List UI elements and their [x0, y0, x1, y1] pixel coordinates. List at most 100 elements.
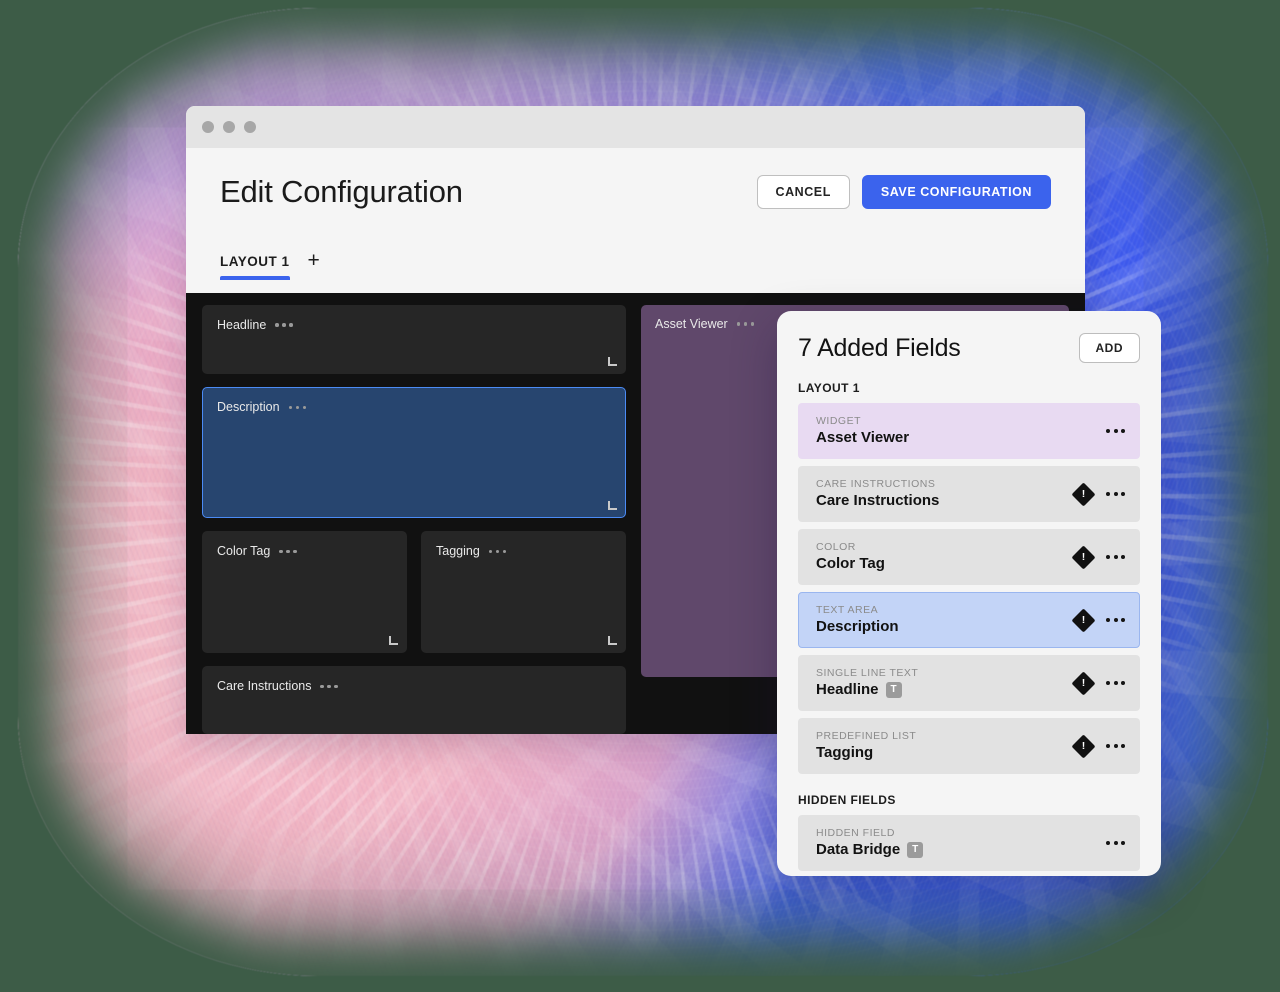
field-icons	[1106, 429, 1125, 433]
group-label-layout-1: LAYOUT 1	[798, 381, 860, 395]
field-icons	[1075, 549, 1125, 566]
widget-menu-icon[interactable]	[736, 322, 755, 326]
field-row-description[interactable]: TEXT AREA Description	[798, 592, 1140, 648]
field-name: Tagging	[816, 744, 874, 762]
field-type: WIDGET	[816, 415, 861, 428]
widget-menu-icon[interactable]	[488, 549, 507, 554]
text-type-badge-icon: T	[885, 682, 902, 699]
field-text: WIDGET Asset Viewer	[816, 414, 1106, 448]
warning-icon[interactable]	[1075, 612, 1092, 629]
field-menu-icon[interactable]	[1106, 681, 1125, 685]
field-text: TEXT AREA Description	[816, 603, 1075, 637]
field-name: Care Instructions	[816, 492, 940, 510]
canvas-widget-color-tag[interactable]: Color Tag	[202, 531, 407, 654]
field-row-care-instructions[interactable]: CARE INSTRUCTIONS Care Instructions	[798, 466, 1140, 522]
field-menu-icon[interactable]	[1106, 618, 1125, 622]
header-row: Edit Configuration CANCEL SAVE CONFIGURA…	[220, 174, 1051, 210]
resize-handle-icon[interactable]	[608, 501, 617, 511]
canvas-widget-tagging-label: Tagging	[436, 544, 480, 559]
field-name-wrap: Headline T	[816, 680, 1075, 700]
maximize-icon[interactable]	[244, 121, 256, 133]
field-icons	[1106, 841, 1125, 845]
widget-menu-icon[interactable]	[320, 684, 338, 689]
warning-icon[interactable]	[1075, 549, 1092, 566]
field-icons	[1075, 486, 1125, 503]
canvas-widget-tagging-header: Tagging	[436, 544, 611, 558]
field-row-color-tag[interactable]: COLOR Color Tag	[798, 529, 1140, 585]
field-menu-icon[interactable]	[1106, 841, 1125, 845]
field-name-wrap: Description	[816, 617, 1075, 637]
panel-title: 7 Added Fields	[798, 333, 961, 362]
field-menu-icon[interactable]	[1106, 429, 1125, 433]
field-text: PREDEFINED LIST Tagging	[816, 729, 1075, 763]
canvas-widget-care-instructions[interactable]: Care Instructions	[202, 666, 626, 734]
field-text: HIDDEN FIELD Data Bridge T	[816, 826, 1106, 860]
add-layout-tab-icon[interactable]: +	[308, 250, 320, 280]
canvas-widget-headline[interactable]: Headline	[202, 305, 626, 375]
canvas-left-column: Headline Description Color Tag Tagging C…	[202, 305, 626, 734]
layout-tabs: LAYOUT 1 +	[220, 236, 1051, 280]
canvas-widget-asset-viewer-label: Asset Viewer	[655, 317, 728, 331]
canvas-widget-color-tag-header: Color Tag	[217, 544, 392, 558]
warning-icon[interactable]	[1075, 486, 1092, 503]
canvas-widget-care-instructions-label: Care Instructions	[217, 679, 312, 694]
field-name-wrap: Data Bridge T	[816, 840, 1106, 860]
field-icons	[1075, 738, 1125, 755]
field-name: Color Tag	[816, 555, 885, 573]
close-icon[interactable]	[202, 121, 214, 133]
added-fields-panel: 7 Added Fields ADD LAYOUT 1 WIDGET Asset…	[777, 311, 1161, 876]
field-name-wrap: Asset Viewer	[816, 428, 1106, 448]
widget-menu-icon[interactable]	[279, 549, 297, 554]
field-name-wrap: Tagging	[816, 743, 1075, 763]
field-name-wrap: Color Tag	[816, 554, 1075, 574]
widget-menu-icon[interactable]	[275, 323, 293, 327]
resize-handle-icon[interactable]	[389, 636, 398, 646]
field-menu-icon[interactable]	[1106, 555, 1125, 559]
field-text: COLOR Color Tag	[816, 540, 1075, 574]
add-field-button[interactable]: ADD	[1078, 333, 1140, 363]
canvas-widget-color-tag-label: Color Tag	[217, 544, 271, 559]
field-menu-icon[interactable]	[1106, 492, 1125, 496]
field-text: CARE INSTRUCTIONS Care Instructions	[816, 477, 1075, 511]
canvas-widget-headline-label: Headline	[217, 318, 267, 332]
app-header: Edit Configuration CANCEL SAVE CONFIGURA…	[186, 148, 1085, 293]
canvas-widget-care-instructions-header: Care Instructions	[217, 679, 611, 693]
resize-handle-icon[interactable]	[608, 636, 617, 646]
window-titlebar	[186, 106, 1085, 148]
field-name: Description	[816, 618, 899, 636]
field-icons	[1075, 675, 1125, 692]
field-type: HIDDEN FIELD	[816, 827, 895, 840]
field-type: COLOR	[816, 541, 856, 554]
panel-header: 7 Added Fields ADD	[798, 333, 1140, 363]
resize-handle-icon[interactable]	[608, 357, 617, 367]
header-actions: CANCEL SAVE CONFIGURATION	[756, 175, 1051, 209]
field-row-headline[interactable]: SINGLE LINE TEXT Headline T	[798, 655, 1140, 711]
save-configuration-button[interactable]: SAVE CONFIGURATION	[861, 175, 1051, 209]
field-menu-icon[interactable]	[1106, 744, 1125, 748]
field-name-wrap: Care Instructions	[816, 491, 1075, 511]
field-name: Asset Viewer	[816, 429, 910, 447]
page-title: Edit Configuration	[220, 174, 463, 209]
field-row-data-bridge[interactable]: HIDDEN FIELD Data Bridge T	[798, 815, 1140, 871]
field-row-tagging[interactable]: PREDEFINED LIST Tagging	[798, 718, 1140, 774]
canvas-widget-description[interactable]: Description	[202, 387, 626, 519]
warning-icon[interactable]	[1075, 738, 1092, 755]
field-type: SINGLE LINE TEXT	[816, 667, 919, 680]
field-name: Headline	[816, 681, 879, 699]
field-icons	[1075, 612, 1125, 629]
field-type: PREDEFINED LIST	[816, 730, 917, 743]
widget-menu-icon[interactable]	[288, 405, 307, 410]
canvas-widget-tagging[interactable]: Tagging	[421, 531, 626, 654]
field-text: SINGLE LINE TEXT Headline T	[816, 666, 1075, 700]
field-row-asset-viewer[interactable]: WIDGET Asset Viewer	[798, 403, 1140, 459]
field-type: CARE INSTRUCTIONS	[816, 478, 936, 491]
tab-layout-1[interactable]: LAYOUT 1	[220, 254, 290, 280]
field-type: TEXT AREA	[816, 604, 879, 617]
field-name: Data Bridge	[816, 841, 901, 859]
canvas-widget-description-header: Description	[217, 400, 611, 414]
warning-icon[interactable]	[1075, 675, 1092, 692]
canvas-widget-description-label: Description	[217, 400, 280, 415]
cancel-button[interactable]: CANCEL	[756, 175, 850, 209]
minimize-icon[interactable]	[223, 121, 235, 133]
canvas-widget-row: Color Tag Tagging	[202, 531, 626, 654]
